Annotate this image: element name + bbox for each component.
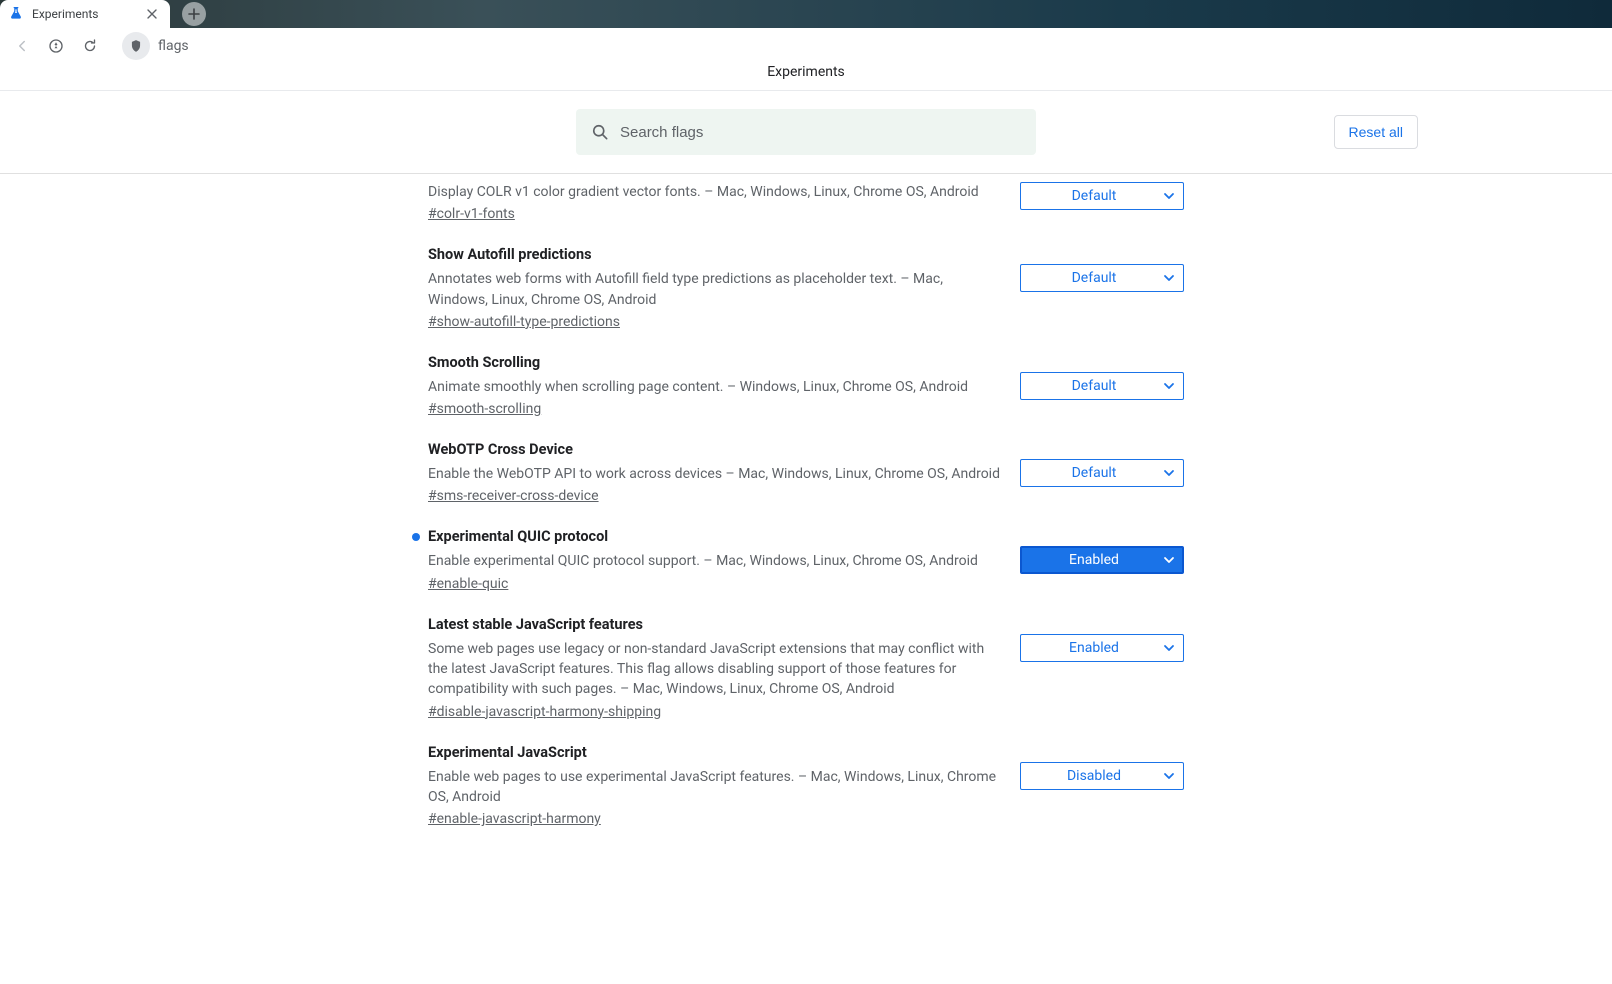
flag-body: Experimental QUIC protocol Enable experim… bbox=[428, 528, 1004, 591]
flag-select-value: Default bbox=[1033, 465, 1155, 481]
flag-hash-link[interactable]: #disable-javascript-harmony-shipping bbox=[428, 704, 661, 720]
chevron-down-icon bbox=[1163, 642, 1175, 654]
flag-select[interactable]: Disabled bbox=[1020, 762, 1184, 790]
tab-close-button[interactable] bbox=[144, 6, 160, 22]
flag-title: WebOTP Cross Device bbox=[428, 441, 1004, 458]
flag-control: Default bbox=[1020, 354, 1184, 400]
flag-hash-link[interactable]: #colr-v1-fonts bbox=[428, 206, 515, 222]
flag-control: Default bbox=[1020, 182, 1184, 210]
flag-description: Enable the WebOTP API to work across dev… bbox=[428, 464, 1004, 484]
flag-hash-link[interactable]: #smooth-scrolling bbox=[428, 401, 541, 417]
flag-row: Experimental JavaScript Enable web pages … bbox=[428, 720, 1184, 828]
chevron-down-icon bbox=[1163, 272, 1175, 284]
flags-list: Display COLR v1 color gradient vector fo… bbox=[428, 174, 1184, 867]
chevron-down-icon bbox=[1163, 190, 1175, 202]
flag-title: Show Autofill predictions bbox=[428, 246, 1004, 263]
flag-row: WebOTP Cross Device Enable the WebOTP API… bbox=[428, 417, 1184, 504]
flag-body: Experimental JavaScript Enable web pages … bbox=[428, 744, 1004, 828]
flag-hash-link[interactable]: #show-autofill-type-predictions bbox=[428, 314, 620, 330]
flag-title: Experimental QUIC protocol bbox=[428, 528, 1004, 545]
flag-select[interactable]: Enabled bbox=[1020, 546, 1184, 574]
flag-body: Latest stable JavaScript features Some we… bbox=[428, 616, 1004, 720]
new-tab-button[interactable] bbox=[182, 2, 206, 26]
chevron-down-icon bbox=[1163, 770, 1175, 782]
flag-row: Show Autofill predictions Annotates web f… bbox=[428, 222, 1184, 330]
flag-select-value: Enabled bbox=[1033, 640, 1155, 656]
chevron-down-icon bbox=[1163, 554, 1175, 566]
tab-strip: Experiments bbox=[0, 0, 1612, 28]
browser-toolbar: flags bbox=[0, 28, 1612, 64]
search-icon bbox=[590, 122, 610, 142]
flag-description: Some web pages use legacy or non-standar… bbox=[428, 639, 1004, 700]
flag-select[interactable]: Enabled bbox=[1020, 634, 1184, 662]
flag-row: Latest stable JavaScript features Some we… bbox=[428, 592, 1184, 720]
flag-title: Smooth Scrolling bbox=[428, 354, 1004, 371]
flag-hash-link[interactable]: #enable-quic bbox=[428, 576, 508, 592]
flag-description: Animate smoothly when scrolling page con… bbox=[428, 377, 1004, 397]
flag-title: Experimental JavaScript bbox=[428, 744, 1004, 761]
flag-control: Enabled bbox=[1020, 616, 1184, 662]
flag-select-value: Default bbox=[1033, 378, 1155, 394]
flag-select[interactable]: Default bbox=[1020, 264, 1184, 292]
flag-body: WebOTP Cross Device Enable the WebOTP API… bbox=[428, 441, 1004, 504]
flag-select-value: Default bbox=[1033, 270, 1155, 286]
flag-description: Annotates web forms with Autofill field … bbox=[428, 269, 1004, 310]
page-title: Experiments bbox=[0, 64, 1612, 90]
flag-control: Default bbox=[1020, 441, 1184, 487]
flask-icon bbox=[8, 6, 24, 22]
flag-select[interactable]: Default bbox=[1020, 182, 1184, 210]
flag-row: Smooth Scrolling Animate smoothly when sc… bbox=[428, 330, 1184, 417]
flag-select[interactable]: Default bbox=[1020, 459, 1184, 487]
search-input[interactable] bbox=[576, 109, 1036, 155]
flag-description: Enable experimental QUIC protocol suppor… bbox=[428, 551, 1004, 571]
flag-control: Enabled bbox=[1020, 528, 1184, 574]
reload-button[interactable] bbox=[76, 32, 104, 60]
chevron-down-icon bbox=[1163, 380, 1175, 392]
site-info-icon[interactable] bbox=[122, 32, 150, 60]
flag-body: Display COLR v1 color gradient vector fo… bbox=[428, 182, 1004, 222]
flag-row: Display COLR v1 color gradient vector fo… bbox=[428, 180, 1184, 222]
flag-control: Disabled bbox=[1020, 744, 1184, 790]
flag-description: Enable web pages to use experimental Jav… bbox=[428, 767, 1004, 808]
flag-body: Smooth Scrolling Animate smoothly when sc… bbox=[428, 354, 1004, 417]
flag-body: Show Autofill predictions Annotates web f… bbox=[428, 246, 1004, 330]
chevron-down-icon bbox=[1163, 467, 1175, 479]
reset-all-button[interactable]: Reset all bbox=[1334, 115, 1418, 149]
flag-hash-link[interactable]: #sms-receiver-cross-device bbox=[428, 488, 599, 504]
flag-control: Default bbox=[1020, 246, 1184, 292]
address-bar[interactable]: flags bbox=[158, 38, 189, 54]
browser-tab[interactable]: Experiments bbox=[0, 0, 170, 28]
flag-select-value: Default bbox=[1033, 188, 1155, 204]
flag-title: Latest stable JavaScript features bbox=[428, 616, 1004, 633]
flag-select-value: Disabled bbox=[1033, 768, 1155, 784]
home-button[interactable] bbox=[42, 32, 70, 60]
flag-row: Experimental QUIC protocol Enable experim… bbox=[428, 504, 1184, 591]
modified-dot-icon bbox=[412, 533, 420, 541]
flag-hash-link[interactable]: #enable-javascript-harmony bbox=[428, 811, 601, 827]
search-row: Reset all bbox=[0, 91, 1612, 173]
back-button[interactable] bbox=[8, 32, 36, 60]
flag-select-value: Enabled bbox=[1033, 552, 1155, 568]
flag-select[interactable]: Default bbox=[1020, 372, 1184, 400]
tab-title: Experiments bbox=[32, 7, 136, 21]
flag-description: Display COLR v1 color gradient vector fo… bbox=[428, 182, 1004, 202]
